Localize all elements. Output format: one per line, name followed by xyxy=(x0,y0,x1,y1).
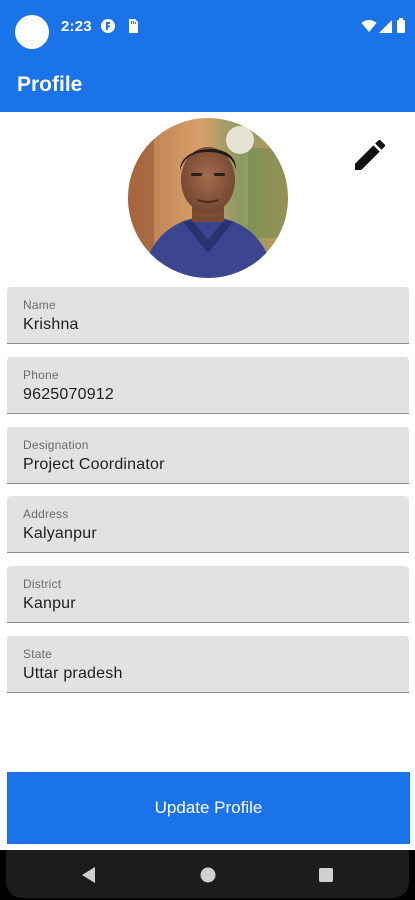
avatar xyxy=(128,118,288,278)
pencil-icon xyxy=(350,135,390,180)
status-avatar-dot xyxy=(15,15,49,49)
back-icon[interactable] xyxy=(78,864,100,886)
state-field[interactable]: State Uttar pradesh xyxy=(7,636,409,693)
field-value: Krishna xyxy=(23,316,79,333)
edit-profile-button[interactable] xyxy=(348,135,392,179)
battery-icon xyxy=(396,18,406,34)
field-label: Phone xyxy=(23,368,59,382)
address-field[interactable]: Address Kalyanpur xyxy=(7,496,409,553)
field-value: Uttar pradesh xyxy=(23,665,123,682)
nav-bar-surface xyxy=(6,850,409,898)
field-value: Kalyanpur xyxy=(23,525,97,542)
district-field[interactable]: District Kanpur xyxy=(7,566,409,623)
field-value: Kanpur xyxy=(23,595,76,612)
circle-app-icon xyxy=(100,18,116,34)
signal-icon xyxy=(378,18,394,34)
field-label: Designation xyxy=(23,438,89,452)
field-label: Address xyxy=(23,507,69,521)
sd-card-icon xyxy=(125,18,141,34)
wifi-icon xyxy=(361,18,377,34)
status-time: 2:23 xyxy=(61,18,92,35)
home-icon[interactable] xyxy=(197,864,219,886)
app-bar: Profile xyxy=(0,60,415,112)
recents-icon[interactable] xyxy=(315,864,337,886)
field-label: Name xyxy=(23,298,56,312)
page-title: Profile xyxy=(17,73,83,96)
system-nav-bar xyxy=(0,850,415,900)
phone-field[interactable]: Phone 9625070912 xyxy=(7,357,409,414)
name-field[interactable]: Name Krishna xyxy=(7,287,409,344)
field-value: Project Coordinator xyxy=(23,456,165,473)
update-profile-button[interactable]: Update Profile xyxy=(7,772,410,844)
designation-field[interactable]: Designation Project Coordinator xyxy=(7,427,409,484)
field-value: 9625070912 xyxy=(23,386,114,403)
field-label: District xyxy=(23,577,62,591)
field-label: State xyxy=(23,647,53,661)
status-bar: 2:23 xyxy=(0,0,415,60)
